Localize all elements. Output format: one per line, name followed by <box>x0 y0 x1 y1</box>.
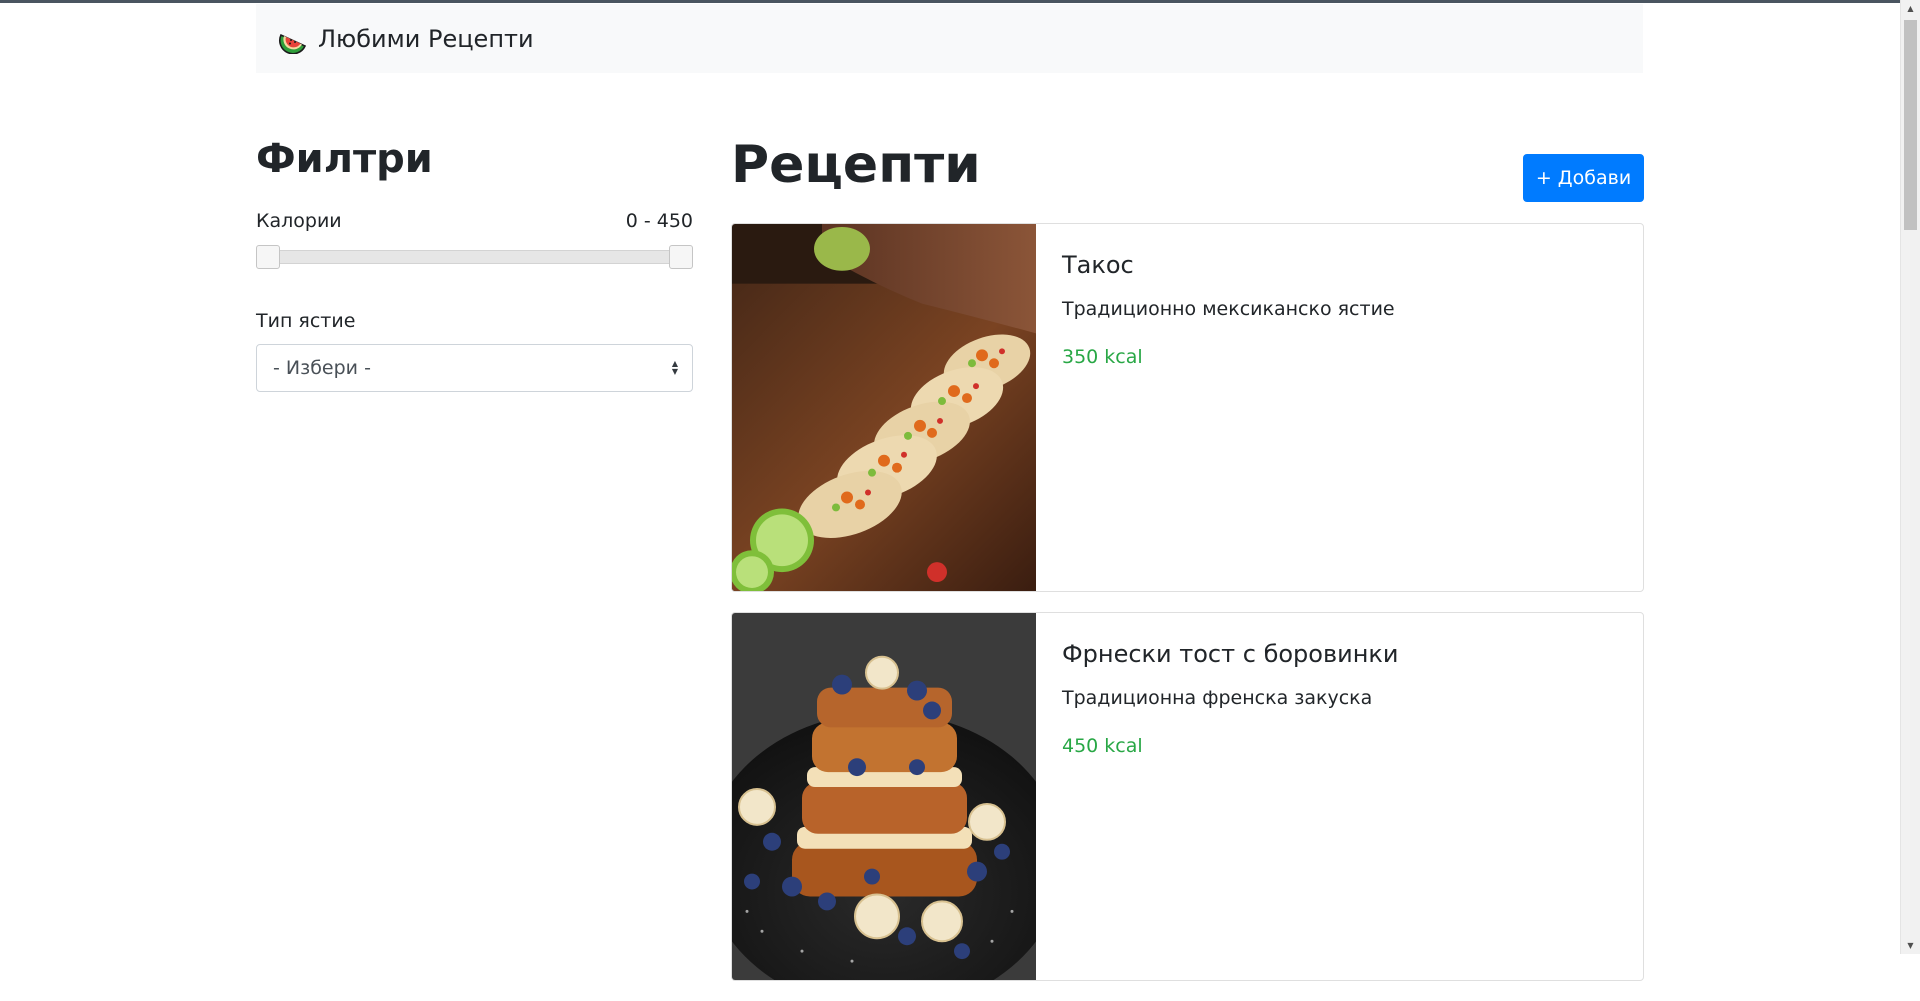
window-top-border <box>0 0 1900 3</box>
recipe-card[interactable]: Такос Традиционно мексиканско ястие 350 … <box>731 223 1644 592</box>
recipe-card-body: Фрнески тост с боровинки Традиционна фре… <box>1036 613 1425 980</box>
meal-type-label: Тип ястие <box>256 310 356 332</box>
scroll-up-arrow-icon[interactable]: ▲ <box>1901 0 1920 17</box>
select-arrows-icon: ▲ ▼ <box>671 359 678 376</box>
recipe-card[interactable]: Фрнески тост с боровинки Традиционна фре… <box>731 612 1644 981</box>
recipe-description: Традиционно мексиканско ястие <box>1062 298 1395 320</box>
page-scrollbar[interactable]: ▲ ▼ <box>1900 0 1920 954</box>
recipe-calories: 450 kcal <box>1062 735 1143 757</box>
watermelon-icon <box>279 33 307 54</box>
slider-max-handle[interactable] <box>669 245 693 269</box>
french-toast-photo <box>732 613 1036 980</box>
slider-track[interactable] <box>256 250 693 264</box>
meal-type-select[interactable]: - Избери - ▲ ▼ <box>256 344 693 392</box>
recipes-title: Рецепти <box>731 135 981 195</box>
calories-range-slider[interactable] <box>256 245 693 271</box>
tacos-photo <box>732 224 1036 591</box>
recipe-description: Традиционна френска закуска <box>1062 687 1373 709</box>
calories-row: Калории 0 - 450 <box>256 208 693 234</box>
calories-range-value: 0 - 450 <box>625 210 693 232</box>
recipe-title[interactable]: Фрнески тост с боровинки <box>1062 637 1399 671</box>
scroll-down-arrow-icon[interactable]: ▼ <box>1901 937 1920 954</box>
recipe-card-body: Такос Традиционно мексиканско ястие 350 … <box>1036 224 1421 591</box>
recipe-title[interactable]: Такос <box>1062 248 1395 282</box>
filters-title: Филтри <box>256 136 433 182</box>
filters-sidebar: Филтри Калории 0 - 450 Тип ястие - Избер… <box>256 130 693 392</box>
slider-min-handle[interactable] <box>256 245 280 269</box>
recipes-section: Рецепти + Добави Такос Традиционно мекси… <box>731 130 1644 1001</box>
recipes-header: Рецепти + Добави <box>731 130 1644 223</box>
scroll-thumb[interactable] <box>1904 20 1917 230</box>
recipe-calories: 350 kcal <box>1062 346 1143 368</box>
calories-label: Калории <box>256 210 342 232</box>
brand-name[interactable]: Любими Рецепти <box>318 25 534 53</box>
navbar: Любими Рецепти <box>256 4 1643 73</box>
add-recipe-button[interactable]: + Добави <box>1523 154 1644 202</box>
meal-type-selected-value: - Избери - <box>273 357 371 379</box>
